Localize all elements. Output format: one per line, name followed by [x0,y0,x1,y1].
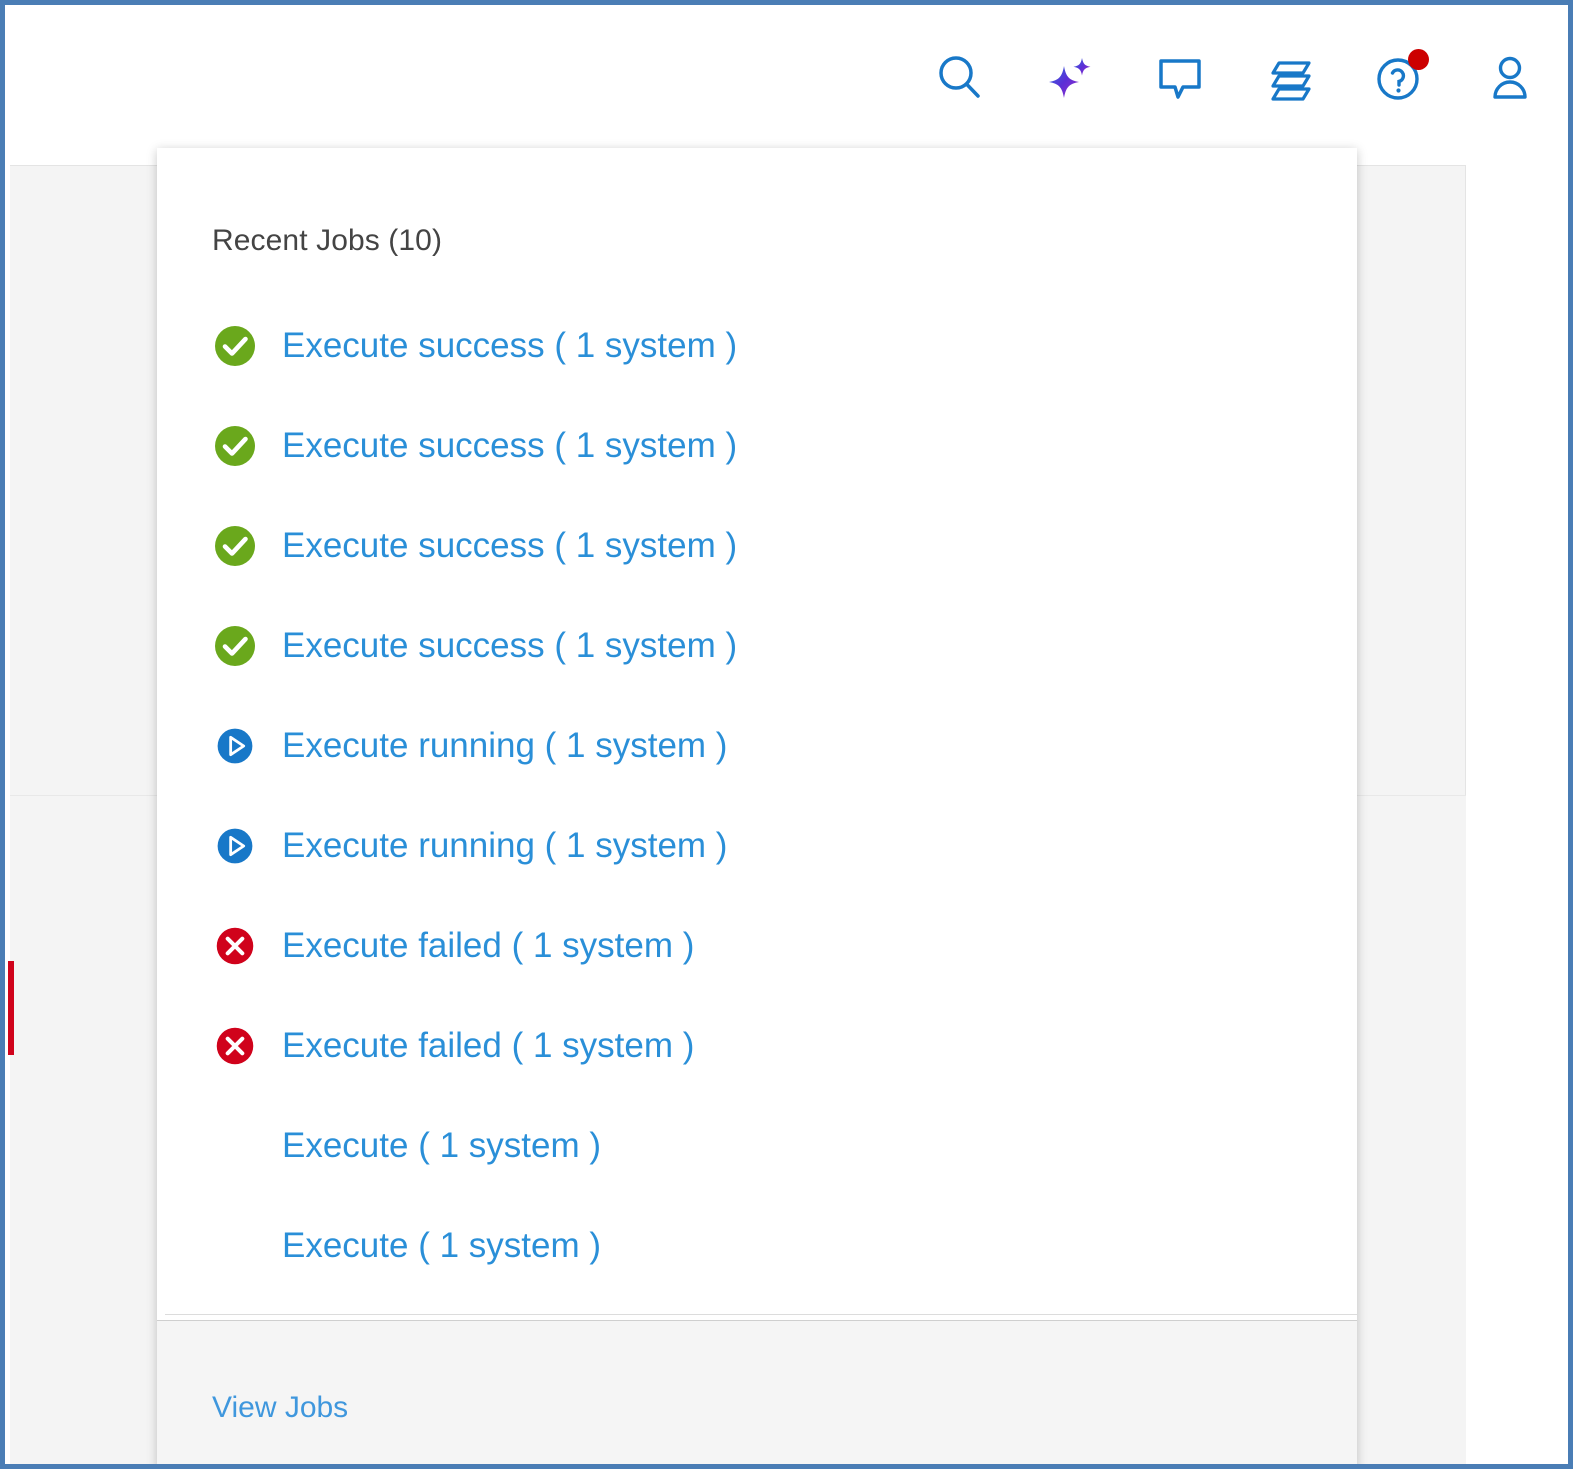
job-item-label[interactable]: Execute success ( 1 system ) [282,526,737,566]
job-item-label[interactable]: Execute running ( 1 system ) [282,726,727,766]
alert-indicator-bar [8,961,14,1055]
notification-badge [1408,48,1429,70]
job-list-item[interactable]: Execute success ( 1 system ) [157,396,1357,496]
job-list-item[interactable]: Execute failed ( 1 system ) [157,996,1357,1096]
view-jobs-link[interactable]: View Jobs [212,1391,348,1425]
user-account-icon[interactable] [1479,47,1541,109]
job-status-failed-icon [212,923,258,969]
search-icon[interactable] [929,47,991,109]
jobs-icon[interactable] [1259,47,1321,109]
help-icon[interactable] [1369,47,1431,109]
app-window: Recent Jobs (10) Execute success ( 1 sys… [0,0,1573,1469]
job-status-success-icon [212,423,258,469]
job-status-success-icon [212,323,258,369]
dropdown-divider [165,1314,1357,1315]
job-status-running-icon [212,723,258,769]
job-item-label[interactable]: Execute ( 1 system ) [282,1226,601,1266]
job-item-label[interactable]: Execute success ( 1 system ) [282,626,737,666]
job-status-success-icon [212,523,258,569]
job-status-icon-none [212,1123,258,1169]
job-item-label[interactable]: Execute ( 1 system ) [282,1126,601,1166]
feedback-icon[interactable] [1149,47,1211,109]
job-status-failed-icon [212,1023,258,1069]
job-list-item[interactable]: Execute ( 1 system ) [157,1196,1357,1296]
job-status-running-icon [212,823,258,869]
dropdown-title: Recent Jobs (10) [212,224,443,257]
header-icon-group [929,47,1563,109]
ai-assistant-icon[interactable] [1039,47,1101,109]
job-status-icon-none [212,1223,258,1269]
job-item-label[interactable]: Execute success ( 1 system ) [282,426,737,466]
job-list-item[interactable]: Execute failed ( 1 system ) [157,896,1357,996]
top-header-bar [10,10,1563,145]
recent-jobs-dropdown: Recent Jobs (10) Execute success ( 1 sys… [157,148,1357,1464]
job-item-label[interactable]: Execute running ( 1 system ) [282,826,727,866]
job-status-success-icon [212,623,258,669]
dropdown-body: Recent Jobs (10) Execute success ( 1 sys… [157,148,1357,1296]
job-list-item[interactable]: Execute success ( 1 system ) [157,496,1357,596]
job-item-label[interactable]: Execute success ( 1 system ) [282,326,737,366]
job-list-item[interactable]: Execute ( 1 system ) [157,1096,1357,1196]
job-list-item[interactable]: Execute running ( 1 system ) [157,796,1357,896]
dropdown-footer: View Jobs [157,1320,1357,1464]
job-item-label[interactable]: Execute failed ( 1 system ) [282,926,694,966]
job-item-label[interactable]: Execute failed ( 1 system ) [282,1026,694,1066]
recent-jobs-list: Execute success ( 1 system ) Execute succ… [157,258,1357,1296]
job-list-item[interactable]: Execute success ( 1 system ) [157,296,1357,396]
job-list-item[interactable]: Execute success ( 1 system ) [157,596,1357,696]
job-list-item[interactable]: Execute running ( 1 system ) [157,696,1357,796]
